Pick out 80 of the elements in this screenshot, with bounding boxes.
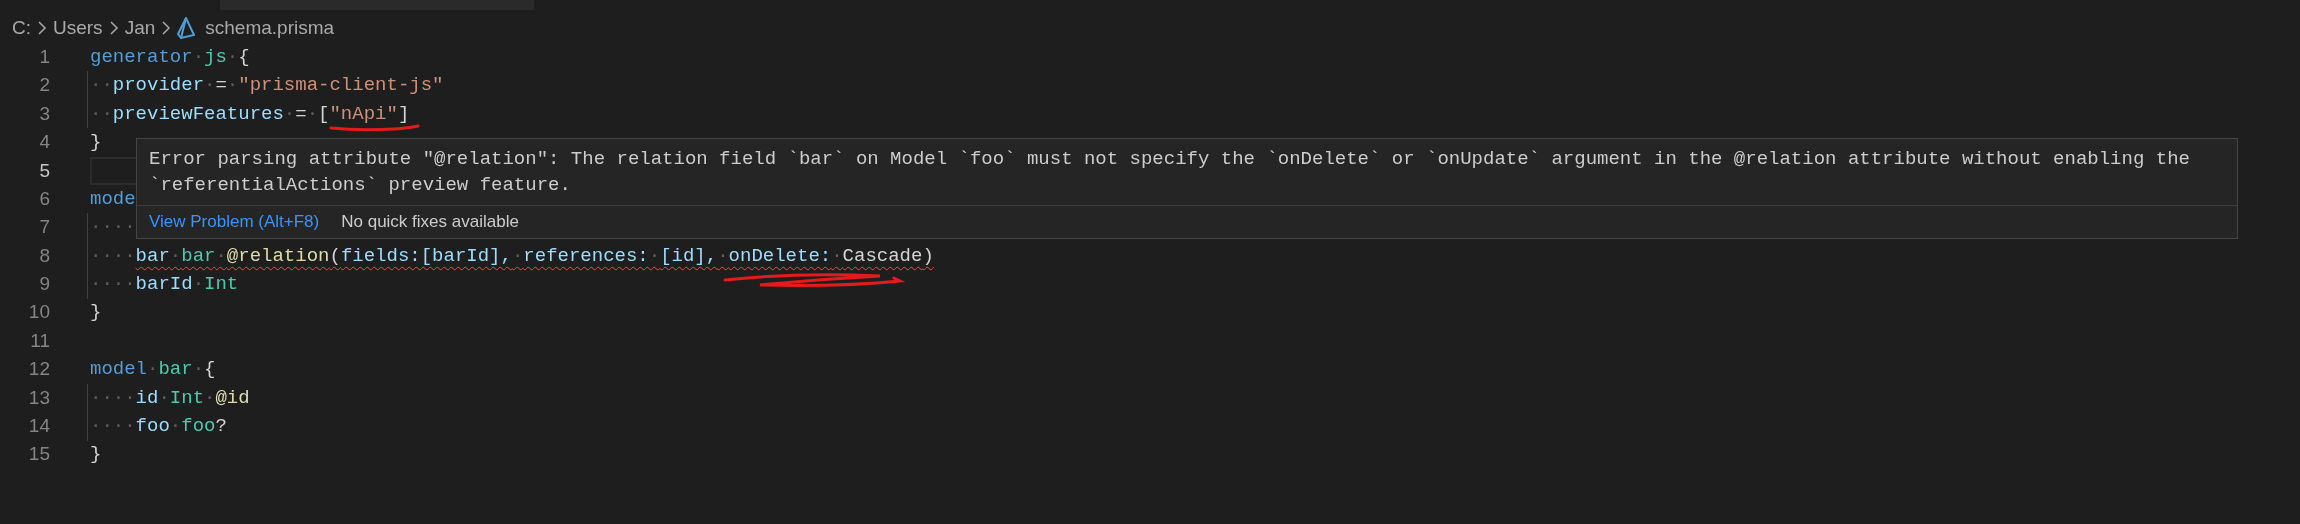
chevron-icon: [108, 20, 119, 36]
code-token: model: [90, 357, 147, 383]
line-number: 4: [38, 130, 50, 155]
line-number: 15: [27, 442, 50, 467]
code-token: ): [922, 243, 934, 269]
code-token: {: [238, 44, 250, 70]
breadcrumb-folder[interactable]: Users: [53, 13, 103, 43]
code-token: barId: [135, 272, 193, 298]
code-token: {: [204, 357, 216, 383]
line-number: 12: [27, 357, 50, 382]
code-token: generator: [90, 44, 193, 70]
whitespace-marker: ·: [226, 44, 239, 70]
line-number: 5: [38, 158, 50, 183]
whitespace-marker: ·: [192, 272, 205, 298]
code-token: (: [329, 243, 341, 269]
whitespace-marker: ·: [192, 357, 205, 383]
breadcrumb-folder[interactable]: C:: [12, 13, 31, 43]
whitespace-marker: ·: [306, 101, 319, 127]
line-number: 14: [27, 414, 50, 439]
code-token: Cascade: [842, 243, 923, 269]
code-token: [: [318, 101, 330, 127]
breadcrumb-folder[interactable]: Jan: [124, 13, 156, 43]
line-number: 7: [38, 215, 50, 240]
line-number: 10: [27, 300, 50, 325]
code-token: foo: [181, 414, 216, 440]
code-token: }: [90, 300, 102, 326]
whitespace-marker: ·: [169, 243, 182, 269]
whitespace-marker: ·: [204, 73, 216, 99]
error-message: Error parsing attribute "@relation": The relation field `bar` on Model `foo` must not specify the `onDelete` or `onUpdate` argument in the @relation attribute without enabling the `referentialActions` preview feature.: [149, 147, 2191, 198]
line-number: 13: [27, 385, 50, 410]
code-token: bar: [135, 243, 170, 269]
whitespace-marker: ·: [204, 385, 216, 411]
line-number: 6: [38, 186, 50, 211]
whitespace-marker: ·: [192, 44, 205, 70]
code-token: mode: [90, 186, 136, 212]
whitespace-marker: ·: [648, 243, 661, 269]
code-token: "prisma-client-js": [238, 73, 444, 99]
line-number: 2: [38, 73, 50, 98]
whitespace-marker: ·: [226, 73, 239, 99]
chevron-icon: [161, 20, 172, 36]
code-token: =: [215, 73, 227, 99]
view-problem-link[interactable]: View Problem (Alt+F8): [149, 209, 320, 235]
code-token: }: [90, 130, 102, 156]
code-token: Int: [169, 385, 205, 411]
code-token: @relation: [226, 243, 330, 269]
code-token: bar: [158, 357, 193, 383]
whitespace-marker: ·: [283, 101, 296, 127]
code-token: js: [204, 44, 227, 70]
quick-fix-note: No quick fixes available: [341, 211, 519, 234]
whitespace-marker: ·: [215, 243, 227, 269]
code-token: foo: [135, 414, 170, 440]
code-token: }: [90, 442, 102, 468]
whitespace-marker: ·: [717, 243, 729, 269]
whitespace-marker: ·: [169, 414, 182, 440]
code-token: fields:[barId],: [340, 243, 512, 269]
code-token: bar: [181, 243, 216, 269]
code-token: @id: [215, 385, 250, 411]
whitespace-marker: ·: [831, 243, 843, 269]
code-token: onDelete:: [728, 244, 832, 267]
code-token: references:: [523, 243, 649, 269]
chevron-icon: [37, 20, 47, 36]
code-token: [id],: [660, 243, 718, 269]
code-token: ]: [397, 101, 410, 127]
line-number: 8: [38, 243, 50, 268]
line-number: 11: [29, 328, 50, 353]
line-number: 3: [38, 101, 50, 126]
code-token: "nApi": [329, 102, 398, 125]
code-token: previewFeatures: [112, 101, 284, 127]
code-token: id: [135, 385, 159, 411]
code-token: ?: [215, 414, 227, 440]
line-number: 1: [38, 44, 50, 69]
code-token: =: [295, 101, 307, 127]
code-token: Int: [204, 272, 239, 298]
triangle-icon: [177, 17, 196, 39]
line-number: 9: [38, 272, 50, 297]
whitespace-marker: ·: [147, 357, 159, 383]
whitespace-marker: ·: [158, 385, 170, 411]
whitespace-marker: ·: [511, 243, 524, 269]
code-token: provider: [112, 73, 205, 99]
breadcrumb-file[interactable]: schema.prisma: [205, 13, 335, 43]
